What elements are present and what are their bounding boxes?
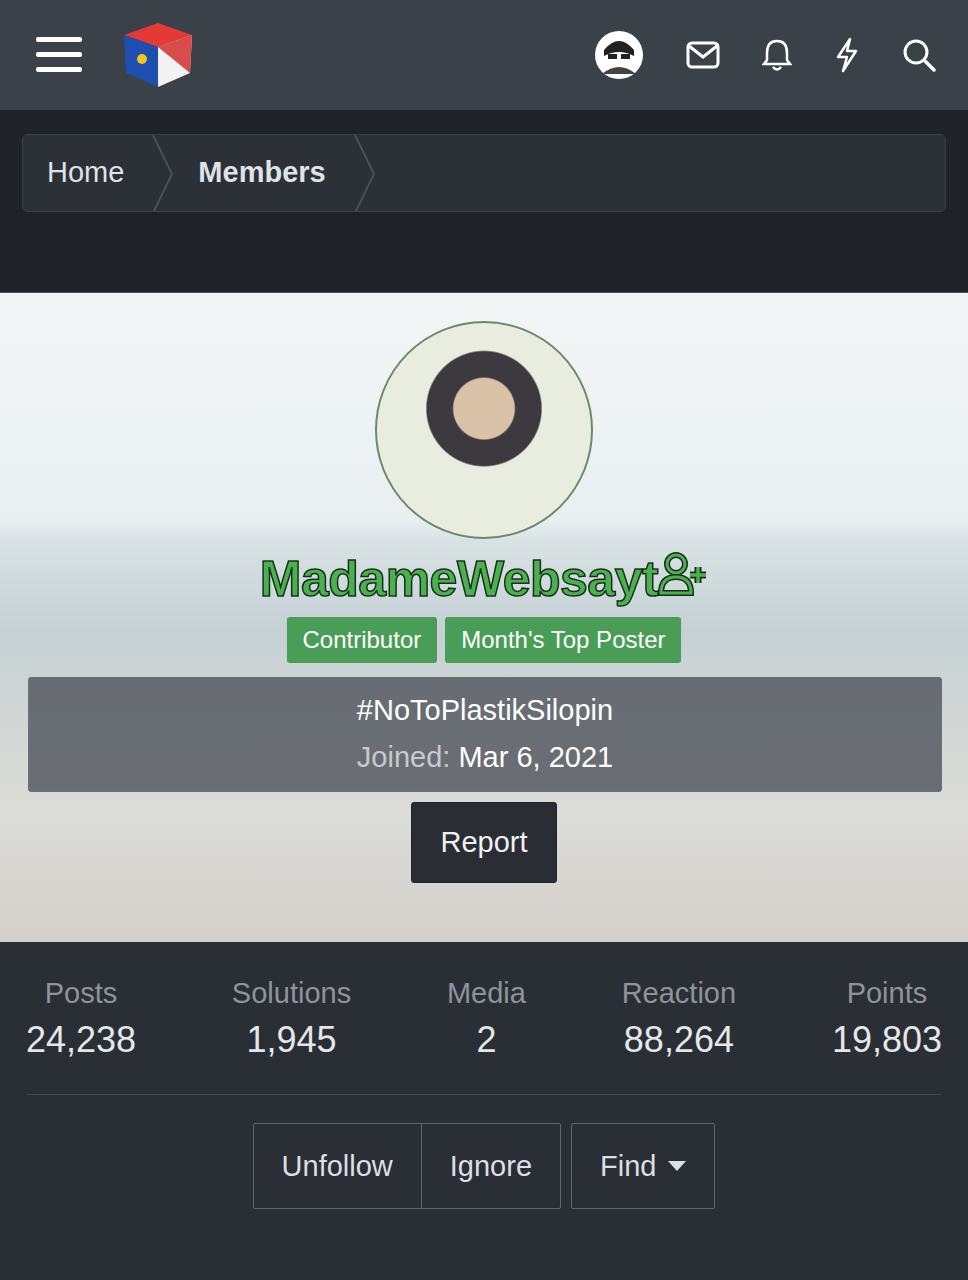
- top-bar: [0, 0, 968, 110]
- caret-icon: [668, 1161, 686, 1171]
- add-user-icon[interactable]: [658, 549, 708, 599]
- logo-icon[interactable]: [120, 19, 196, 91]
- stat-label: Reaction: [622, 976, 736, 1011]
- badge-list: ContributorMonth's Top Poster: [287, 617, 682, 663]
- chevron-icon: [354, 135, 376, 212]
- breadcrumb: Home Members: [22, 134, 946, 212]
- profile-banner: MadameWebsayt ContributorMonth's Top Pos…: [0, 292, 968, 942]
- stat-value: 88,264: [622, 1017, 736, 1064]
- action-button[interactable]: Ignore: [421, 1123, 561, 1210]
- stat-value: 24,238: [26, 1017, 136, 1064]
- stat-item[interactable]: Posts 24,238: [26, 976, 136, 1064]
- username-row: MadameWebsayt: [260, 539, 708, 609]
- stat-item[interactable]: Reaction 88,264: [622, 976, 736, 1064]
- stat-item[interactable]: Points 19,803: [832, 976, 942, 1064]
- stat-item[interactable]: Solutions 1,945: [232, 976, 351, 1064]
- find-label: Find: [600, 1146, 656, 1187]
- bolt-icon[interactable]: [834, 37, 860, 73]
- stat-label: Media: [447, 976, 526, 1011]
- stat-value: 19,803: [832, 1017, 942, 1064]
- joined-date: Mar 6, 2021: [458, 741, 613, 773]
- status-text: #NoToPlastikSilopin: [41, 692, 929, 730]
- avatar-icon[interactable]: [594, 30, 644, 80]
- stats-area: Posts 24,238 Solutions 1,945 Media 2 Reaction 8…: [0, 942, 968, 1280]
- report-button[interactable]: Report: [411, 802, 556, 884]
- menu-icon[interactable]: [36, 35, 82, 75]
- user-badge: Month's Top Poster: [445, 617, 681, 663]
- breadcrumb-item[interactable]: Home: [23, 135, 152, 211]
- stats-row: Posts 24,238 Solutions 1,945 Media 2 Reaction 8…: [26, 942, 942, 1095]
- bell-icon[interactable]: [762, 38, 792, 72]
- joined-label: Joined:: [357, 741, 451, 773]
- stat-value: 2: [447, 1017, 526, 1064]
- mail-icon[interactable]: [686, 41, 720, 69]
- user-badge: Contributor: [287, 617, 438, 663]
- search-icon[interactable]: [902, 38, 936, 72]
- breadcrumb-item[interactable]: Members: [174, 135, 353, 211]
- stat-label: Points: [832, 976, 942, 1011]
- stat-value: 1,945: [232, 1017, 351, 1064]
- breadcrumb-area: Home Members: [0, 110, 968, 292]
- joined-line: Joined: Mar 6, 2021: [41, 739, 929, 777]
- username[interactable]: MadameWebsayt: [260, 551, 658, 609]
- action-button[interactable]: Unfollow: [253, 1123, 422, 1210]
- chevron-icon: [152, 135, 174, 212]
- stat-label: Posts: [26, 976, 136, 1011]
- stat-item[interactable]: Media 2: [447, 976, 526, 1064]
- profile-avatar[interactable]: [375, 321, 593, 539]
- find-button[interactable]: Find: [571, 1123, 715, 1210]
- follow-group: UnfollowIgnore: [253, 1123, 561, 1210]
- profile-info: #NoToPlastikSilopin Joined: Mar 6, 2021: [28, 677, 942, 792]
- action-row: UnfollowIgnore Find: [26, 1095, 942, 1210]
- stat-label: Solutions: [232, 976, 351, 1011]
